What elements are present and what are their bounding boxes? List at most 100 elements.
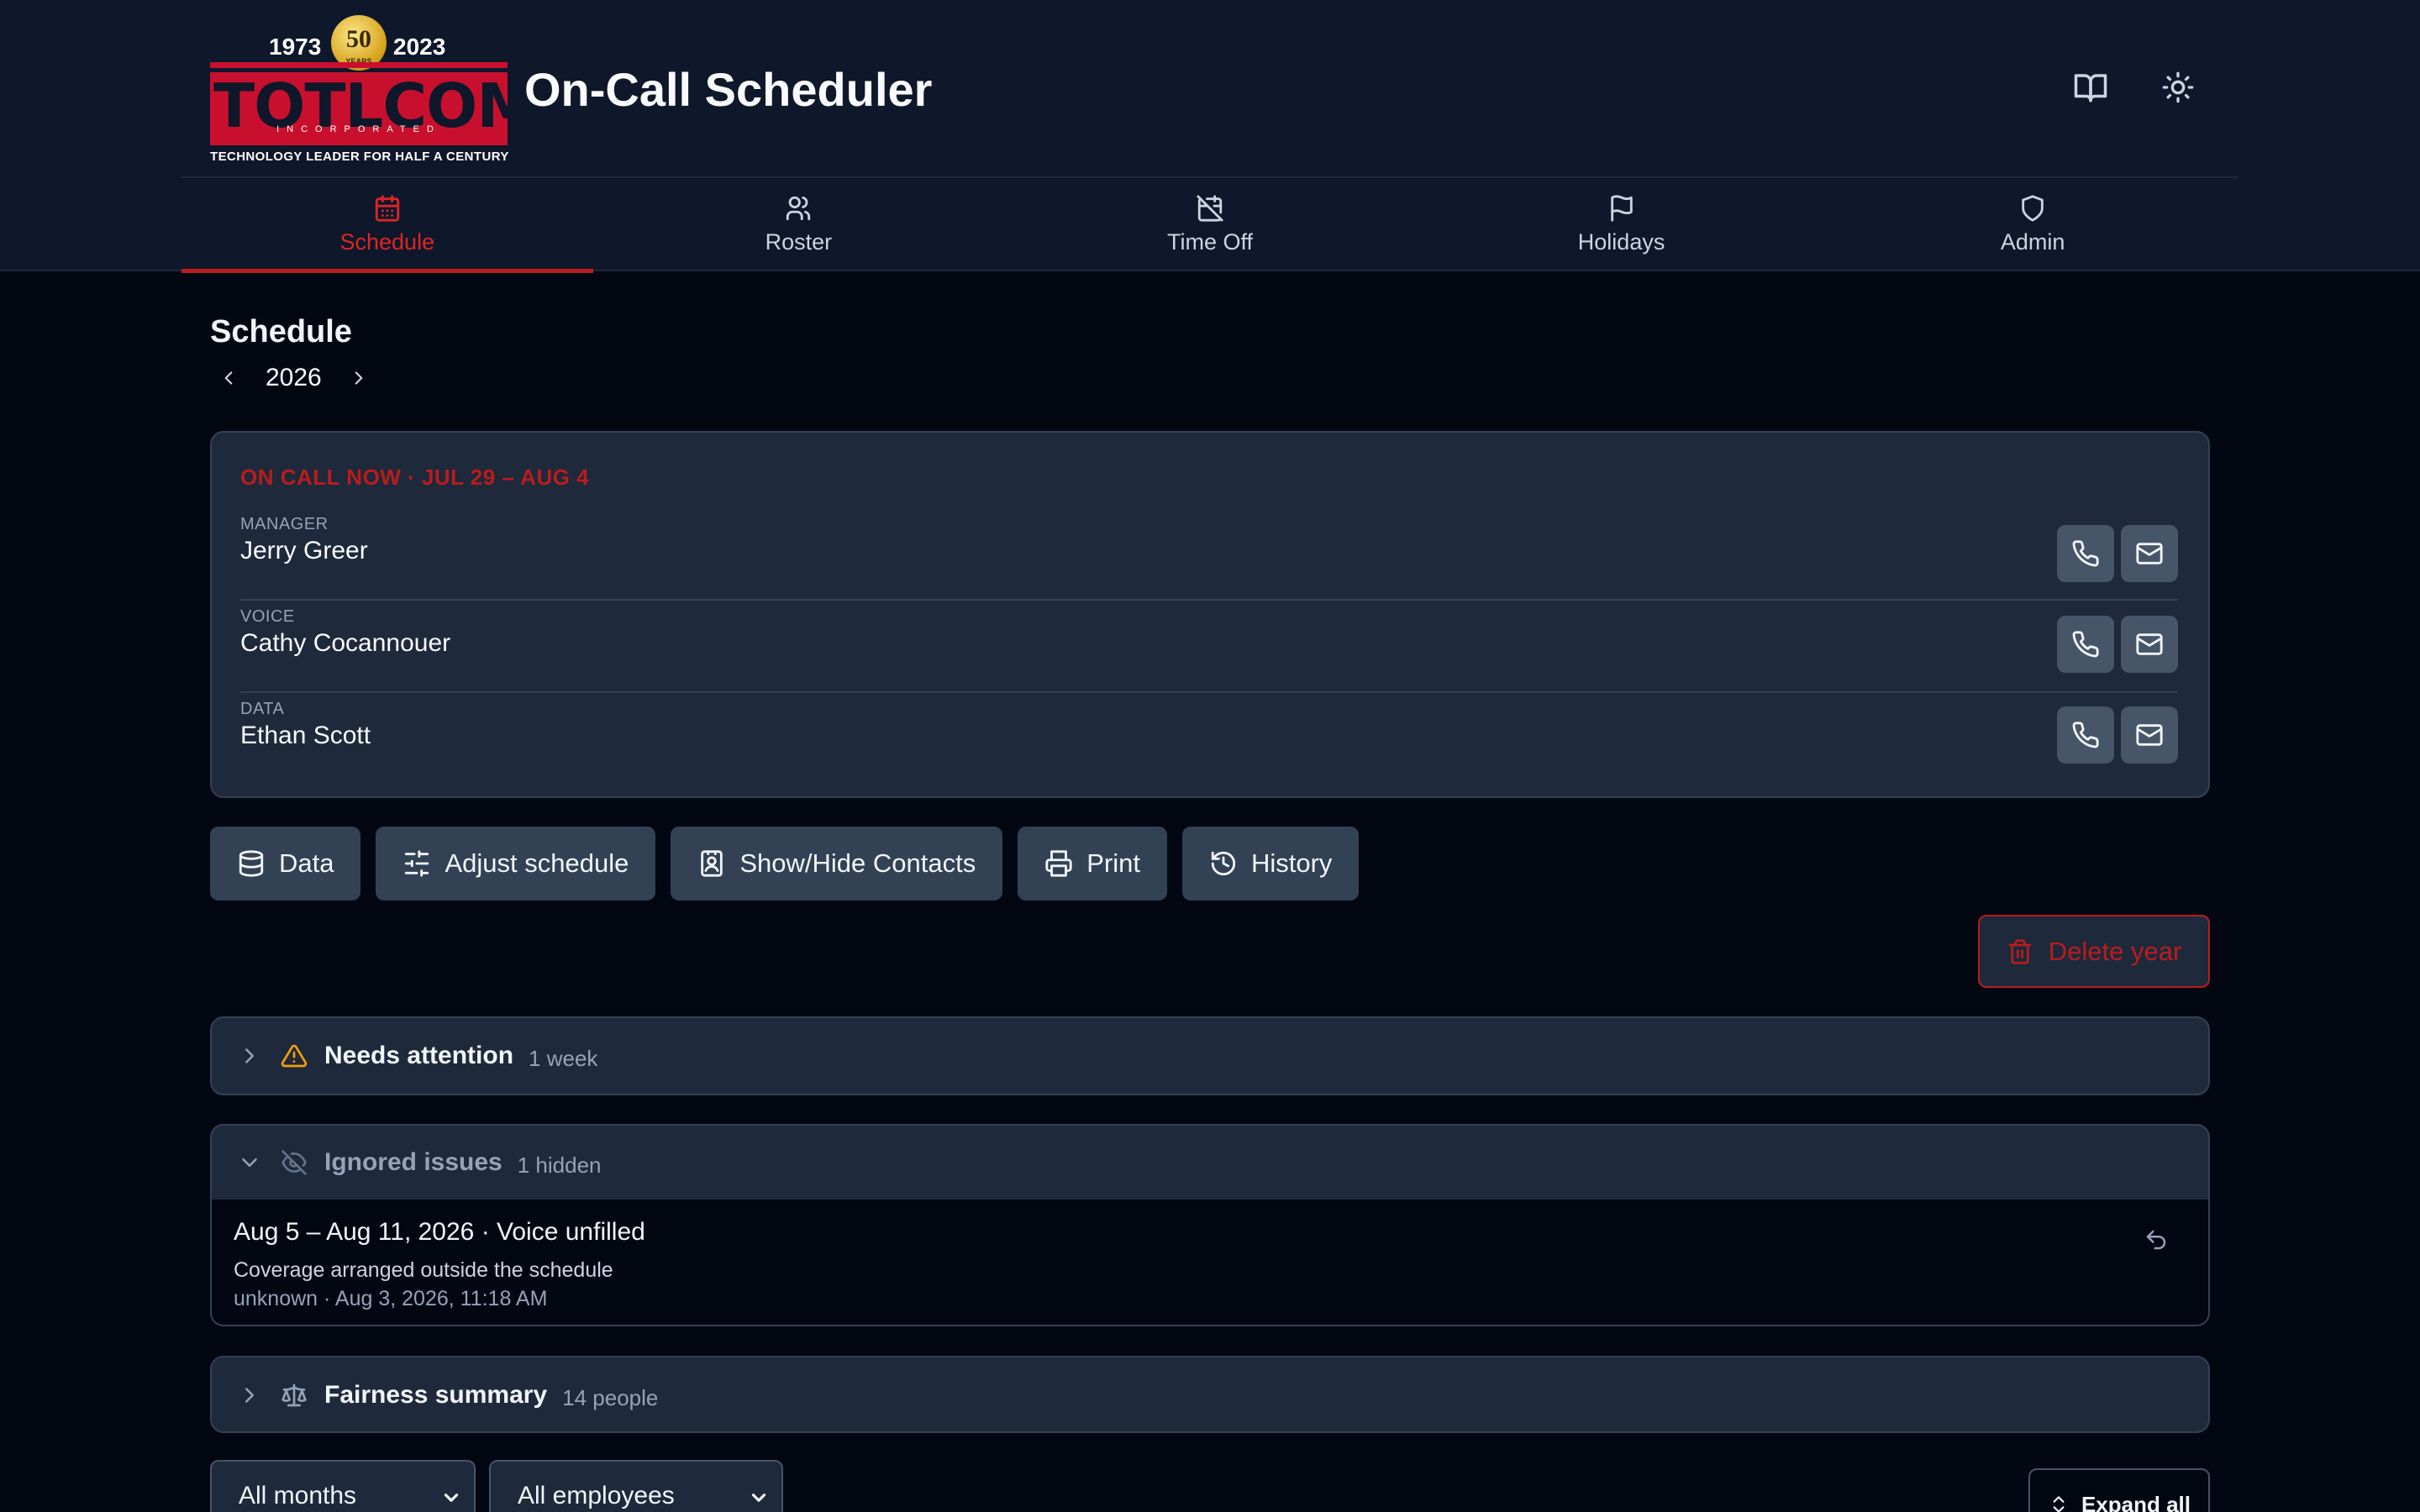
restore-issue-button[interactable] [2139,1223,2173,1257]
button-label: Expand all [2081,1491,2191,1512]
tab-label: Time Off [1166,229,1253,255]
section-count: 14 people [562,1384,659,1410]
logo-year-end: 2023 [393,34,446,60]
tab-roster[interactable]: Roster [593,178,1005,271]
theme-toggle-button[interactable] [2156,66,2200,109]
company-logo: 1973 50 YEARS 2023 TOTLCOM INCORPORATED … [210,15,537,164]
chevrons-up-down-icon [2053,1496,2065,1512]
tab-label: Admin [2000,229,2065,255]
book-icon [2074,74,2107,102]
contact-icon [701,850,723,877]
logo-year-start: 1973 [269,34,322,60]
logo-seal-number: 50 [346,25,371,53]
current-year: 2026 [266,364,322,391]
adjust-schedule-button[interactable]: Adjust schedule [376,827,656,900]
tab-schedule[interactable]: Schedule [182,178,593,273]
person-name: Cathy Cocannouer [240,629,451,657]
print-button[interactable]: Print [1018,827,1167,900]
row-divider [240,691,2178,693]
chevron-down-icon [751,1494,766,1502]
schedule-actions: Data Adjust schedule Show/Hide Contacts … [210,827,1374,900]
month-filter-select[interactable]: All months [210,1460,476,1512]
sun-icon [2162,71,2194,103]
delete-year-button[interactable]: Delete year [1978,915,2210,988]
select-value: All months [239,1482,357,1509]
logo-tagline: TECHNOLOGY LEADER FOR HALF A CENTURY [210,150,509,164]
warning-icon [281,1044,308,1068]
section-count: 1 hidden [517,1152,602,1178]
person-name: Jerry Greer [240,537,368,564]
year-navigator: 2026 [210,360,377,396]
undo-icon [2146,1230,2166,1250]
app-header: 1973 50 YEARS 2023 TOTLCOM INCORPORATED … [0,0,2420,273]
printer-icon [1045,850,1072,877]
button-label: Adjust schedule [445,848,629,878]
chevron-left-icon [224,371,233,385]
issue-meta: unknown · Aug 3, 2026, 11:18 AM [234,1287,548,1310]
data-button[interactable]: Data [210,827,361,900]
chevron-right-icon [355,371,363,385]
fairness-summary-section: Fairness summary 14 people [210,1356,2210,1433]
chevron-down-icon [242,1158,257,1167]
calendar-off-icon [1197,195,1223,222]
scale-icon [281,1383,307,1407]
tab-admin[interactable]: Admin [1827,178,2238,271]
button-label: Print [1086,848,1140,878]
call-button[interactable] [2057,525,2114,582]
on-call-person: VOICE Cathy Cocannouer [240,602,2178,693]
section-title: Fairness summary [324,1381,548,1409]
button-label: History [1250,848,1333,878]
flag-icon [1610,195,1633,222]
ignored-issue-item: Aug 5 – Aug 11, 2026 · Voice unfilled Co… [212,1200,2208,1325]
logo-bar [210,62,508,68]
calendar-icon [375,195,399,222]
chevron-down-icon [444,1494,459,1502]
mail-icon [2136,633,2163,655]
call-button[interactable] [2057,706,2114,764]
chevron-right-icon [245,1388,254,1403]
database-icon [239,850,264,877]
docs-button[interactable] [2069,66,2112,109]
on-call-person: MANAGER Jerry Greer [240,510,2178,601]
trash-icon [2008,938,2032,964]
section-toggle[interactable]: Fairness summary 14 people [212,1357,2208,1433]
sliders-icon [405,850,429,877]
main-nav: Schedule Roster Time Off Holidays Admin [182,176,2238,273]
show-hide-contacts-button[interactable]: Show/Hide Contacts [671,827,1003,900]
ignored-issues-section: Ignored issues 1 hidden Aug 5 – Aug 11, … [210,1124,2210,1326]
call-button[interactable] [2057,616,2114,673]
email-button[interactable] [2121,616,2178,673]
shield-icon [2022,195,2044,222]
users-icon [786,196,811,221]
mail-icon [2136,543,2163,564]
page-title: Schedule [210,314,352,349]
email-button[interactable] [2121,706,2178,764]
next-year-button[interactable] [340,360,377,396]
phone-icon [2072,540,2099,567]
employee-filter-select[interactable]: All employees [489,1460,783,1512]
issue-note: Coverage arranged outside the schedule [234,1258,613,1282]
select-value: All employees [518,1482,675,1509]
tab-holidays[interactable]: Holidays [1416,178,1828,271]
prev-year-button[interactable] [210,360,247,396]
button-label: Data [279,848,334,878]
tab-label: Holidays [1577,229,1665,255]
section-toggle[interactable]: Needs attention 1 week [212,1018,2208,1094]
history-icon [1211,851,1236,876]
on-call-card: ON CALL NOW · JUL 29 – AUG 4 MANAGER Jer… [210,431,2210,798]
person-name: Ethan Scott [240,722,371,749]
history-button[interactable]: History [1181,827,1360,900]
person-role: VOICE [240,607,295,626]
section-toggle[interactable]: Ignored issues 1 hidden [212,1126,2208,1200]
needs-attention-section: Needs attention 1 week [210,1016,2210,1095]
button-label: Delete year [2048,936,2182,966]
section-title: Ignored issues [324,1148,502,1176]
mail-icon [2136,724,2163,746]
email-button[interactable] [2121,525,2178,582]
tab-time-off[interactable]: Time Off [1004,178,1416,271]
section-count: 1 week [529,1045,598,1071]
logo-bar [210,139,508,145]
issue-title: Aug 5 – Aug 11, 2026 · Voice unfilled [234,1218,645,1246]
chevron-right-icon [245,1048,254,1063]
expand-all-button[interactable]: Expand all [2028,1468,2210,1512]
